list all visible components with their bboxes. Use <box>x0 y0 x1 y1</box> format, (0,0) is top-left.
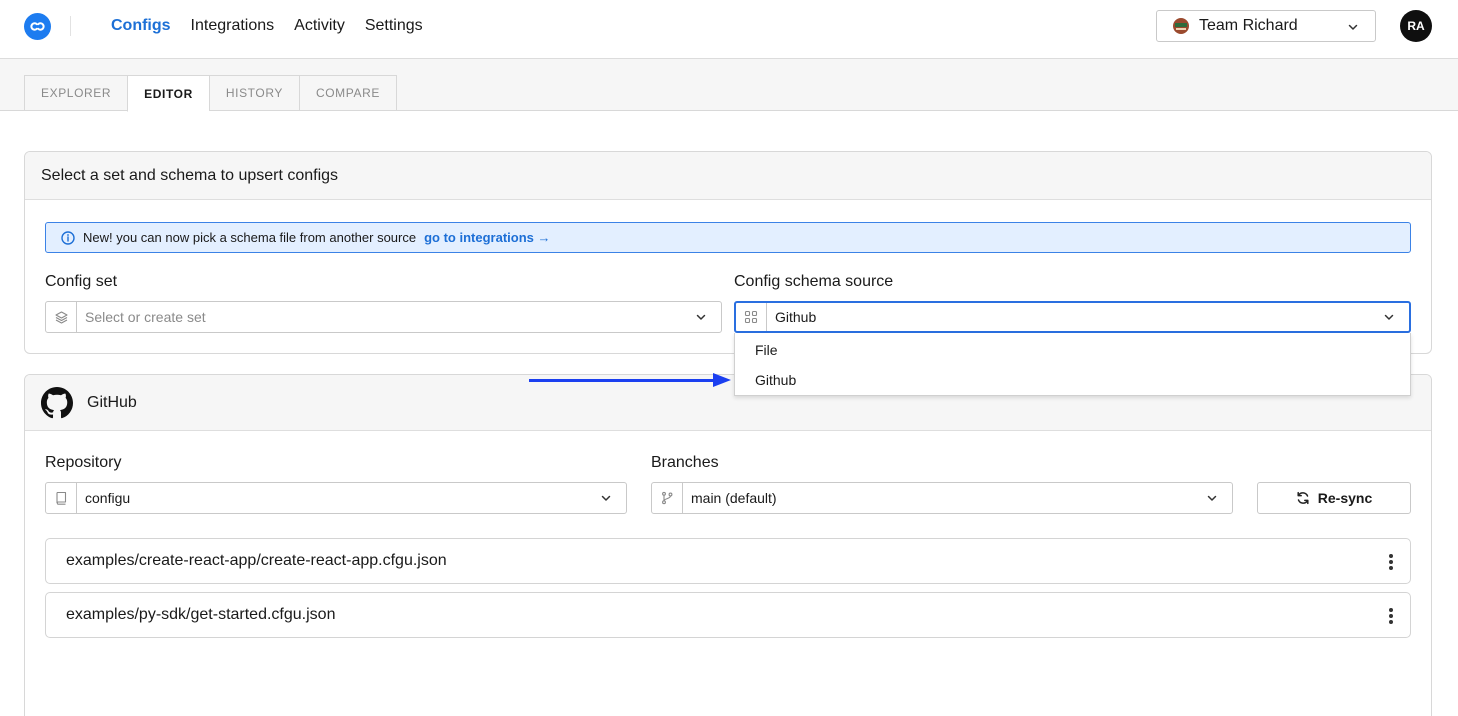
tab-compare[interactable]: COMPARE <box>298 75 397 111</box>
chevron-down-icon <box>1347 20 1359 38</box>
schema-source-dropdown-menu: File Github <box>734 333 1411 396</box>
user-avatar[interactable]: RA <box>1400 10 1432 42</box>
chevron-down-icon <box>1369 311 1409 323</box>
repo-icon <box>46 483 77 513</box>
repository-value: configu <box>85 490 131 506</box>
nav-settings[interactable]: Settings <box>365 17 423 35</box>
branches-value: main (default) <box>691 490 777 506</box>
tab-history[interactable]: HISTORY <box>208 75 299 111</box>
resync-label: Re-sync <box>1317 490 1373 506</box>
repository-label: Repository <box>45 454 122 471</box>
logo-divider <box>70 16 71 36</box>
configu-logo[interactable] <box>24 13 51 40</box>
dropdown-option-file[interactable]: File <box>735 335 1410 365</box>
repository-select[interactable]: configu <box>45 482 627 514</box>
more-options-icon[interactable] <box>1384 552 1398 572</box>
grid-icon <box>736 303 767 331</box>
nav-integrations[interactable]: Integrations <box>191 17 275 35</box>
github-title: GitHub <box>87 393 137 411</box>
nav-activity[interactable]: Activity <box>294 17 345 35</box>
select-set-schema-card: Select a set and schema to upsert config… <box>24 151 1432 354</box>
resync-button[interactable]: Re-sync <box>1257 482 1411 514</box>
dropdown-option-github[interactable]: Github <box>735 365 1410 395</box>
config-set-placeholder: Select or create set <box>85 309 206 325</box>
main-nav: Configs Integrations Activity Settings <box>111 0 423 52</box>
refresh-icon <box>1297 491 1309 505</box>
schema-file-row[interactable]: examples/py-sdk/get-started.cfgu.json <box>45 592 1411 638</box>
info-icon <box>61 230 75 245</box>
layers-icon <box>46 302 77 332</box>
notice-banner: New! you can now pick a schema file from… <box>45 222 1411 253</box>
tab-editor[interactable]: EDITOR <box>127 75 209 112</box>
tab-strip: EXPLORER EDITOR HISTORY COMPARE <box>0 59 1458 112</box>
go-to-integrations-link[interactable]: go to integrations → <box>424 230 550 245</box>
branches-select[interactable]: main (default) <box>651 482 1233 514</box>
more-options-icon[interactable] <box>1384 606 1398 626</box>
chevron-down-icon <box>586 492 626 504</box>
schema-source-value: Github <box>775 309 817 325</box>
team-name: Team Richard <box>1199 17 1298 34</box>
config-schema-source-select[interactable]: Github <box>734 301 1411 333</box>
config-schema-source-label: Config schema source <box>734 273 894 290</box>
team-selector[interactable]: Team Richard <box>1156 10 1376 42</box>
github-icon <box>41 386 73 419</box>
tab-explorer[interactable]: EXPLORER <box>24 75 128 111</box>
card-title: Select a set and schema to upsert config… <box>25 152 1431 200</box>
branches-label: Branches <box>651 454 719 471</box>
schema-file-path: examples/py-sdk/get-started.cfgu.json <box>66 606 336 623</box>
team-emoji-icon <box>1173 18 1189 34</box>
chevron-down-icon <box>1192 492 1232 504</box>
annotation-arrow-line <box>529 379 715 382</box>
branch-icon <box>652 483 683 513</box>
chevron-down-icon <box>681 311 721 323</box>
schema-file-path: examples/create-react-app/create-react-a… <box>66 552 447 569</box>
top-navbar: Configs Integrations Activity Settings T… <box>0 0 1458 59</box>
notice-text: New! you can now pick a schema file from… <box>83 230 417 245</box>
schema-file-row[interactable]: examples/create-react-app/create-react-a… <box>45 538 1411 584</box>
nav-configs[interactable]: Configs <box>111 17 171 35</box>
config-set-select[interactable]: Select or create set <box>45 301 722 333</box>
github-card: GitHub Repository configu Branches main … <box>24 374 1432 716</box>
tabs: EXPLORER EDITOR HISTORY COMPARE <box>24 75 397 112</box>
config-set-label: Config set <box>45 273 118 290</box>
annotation-arrow-head <box>713 373 731 387</box>
